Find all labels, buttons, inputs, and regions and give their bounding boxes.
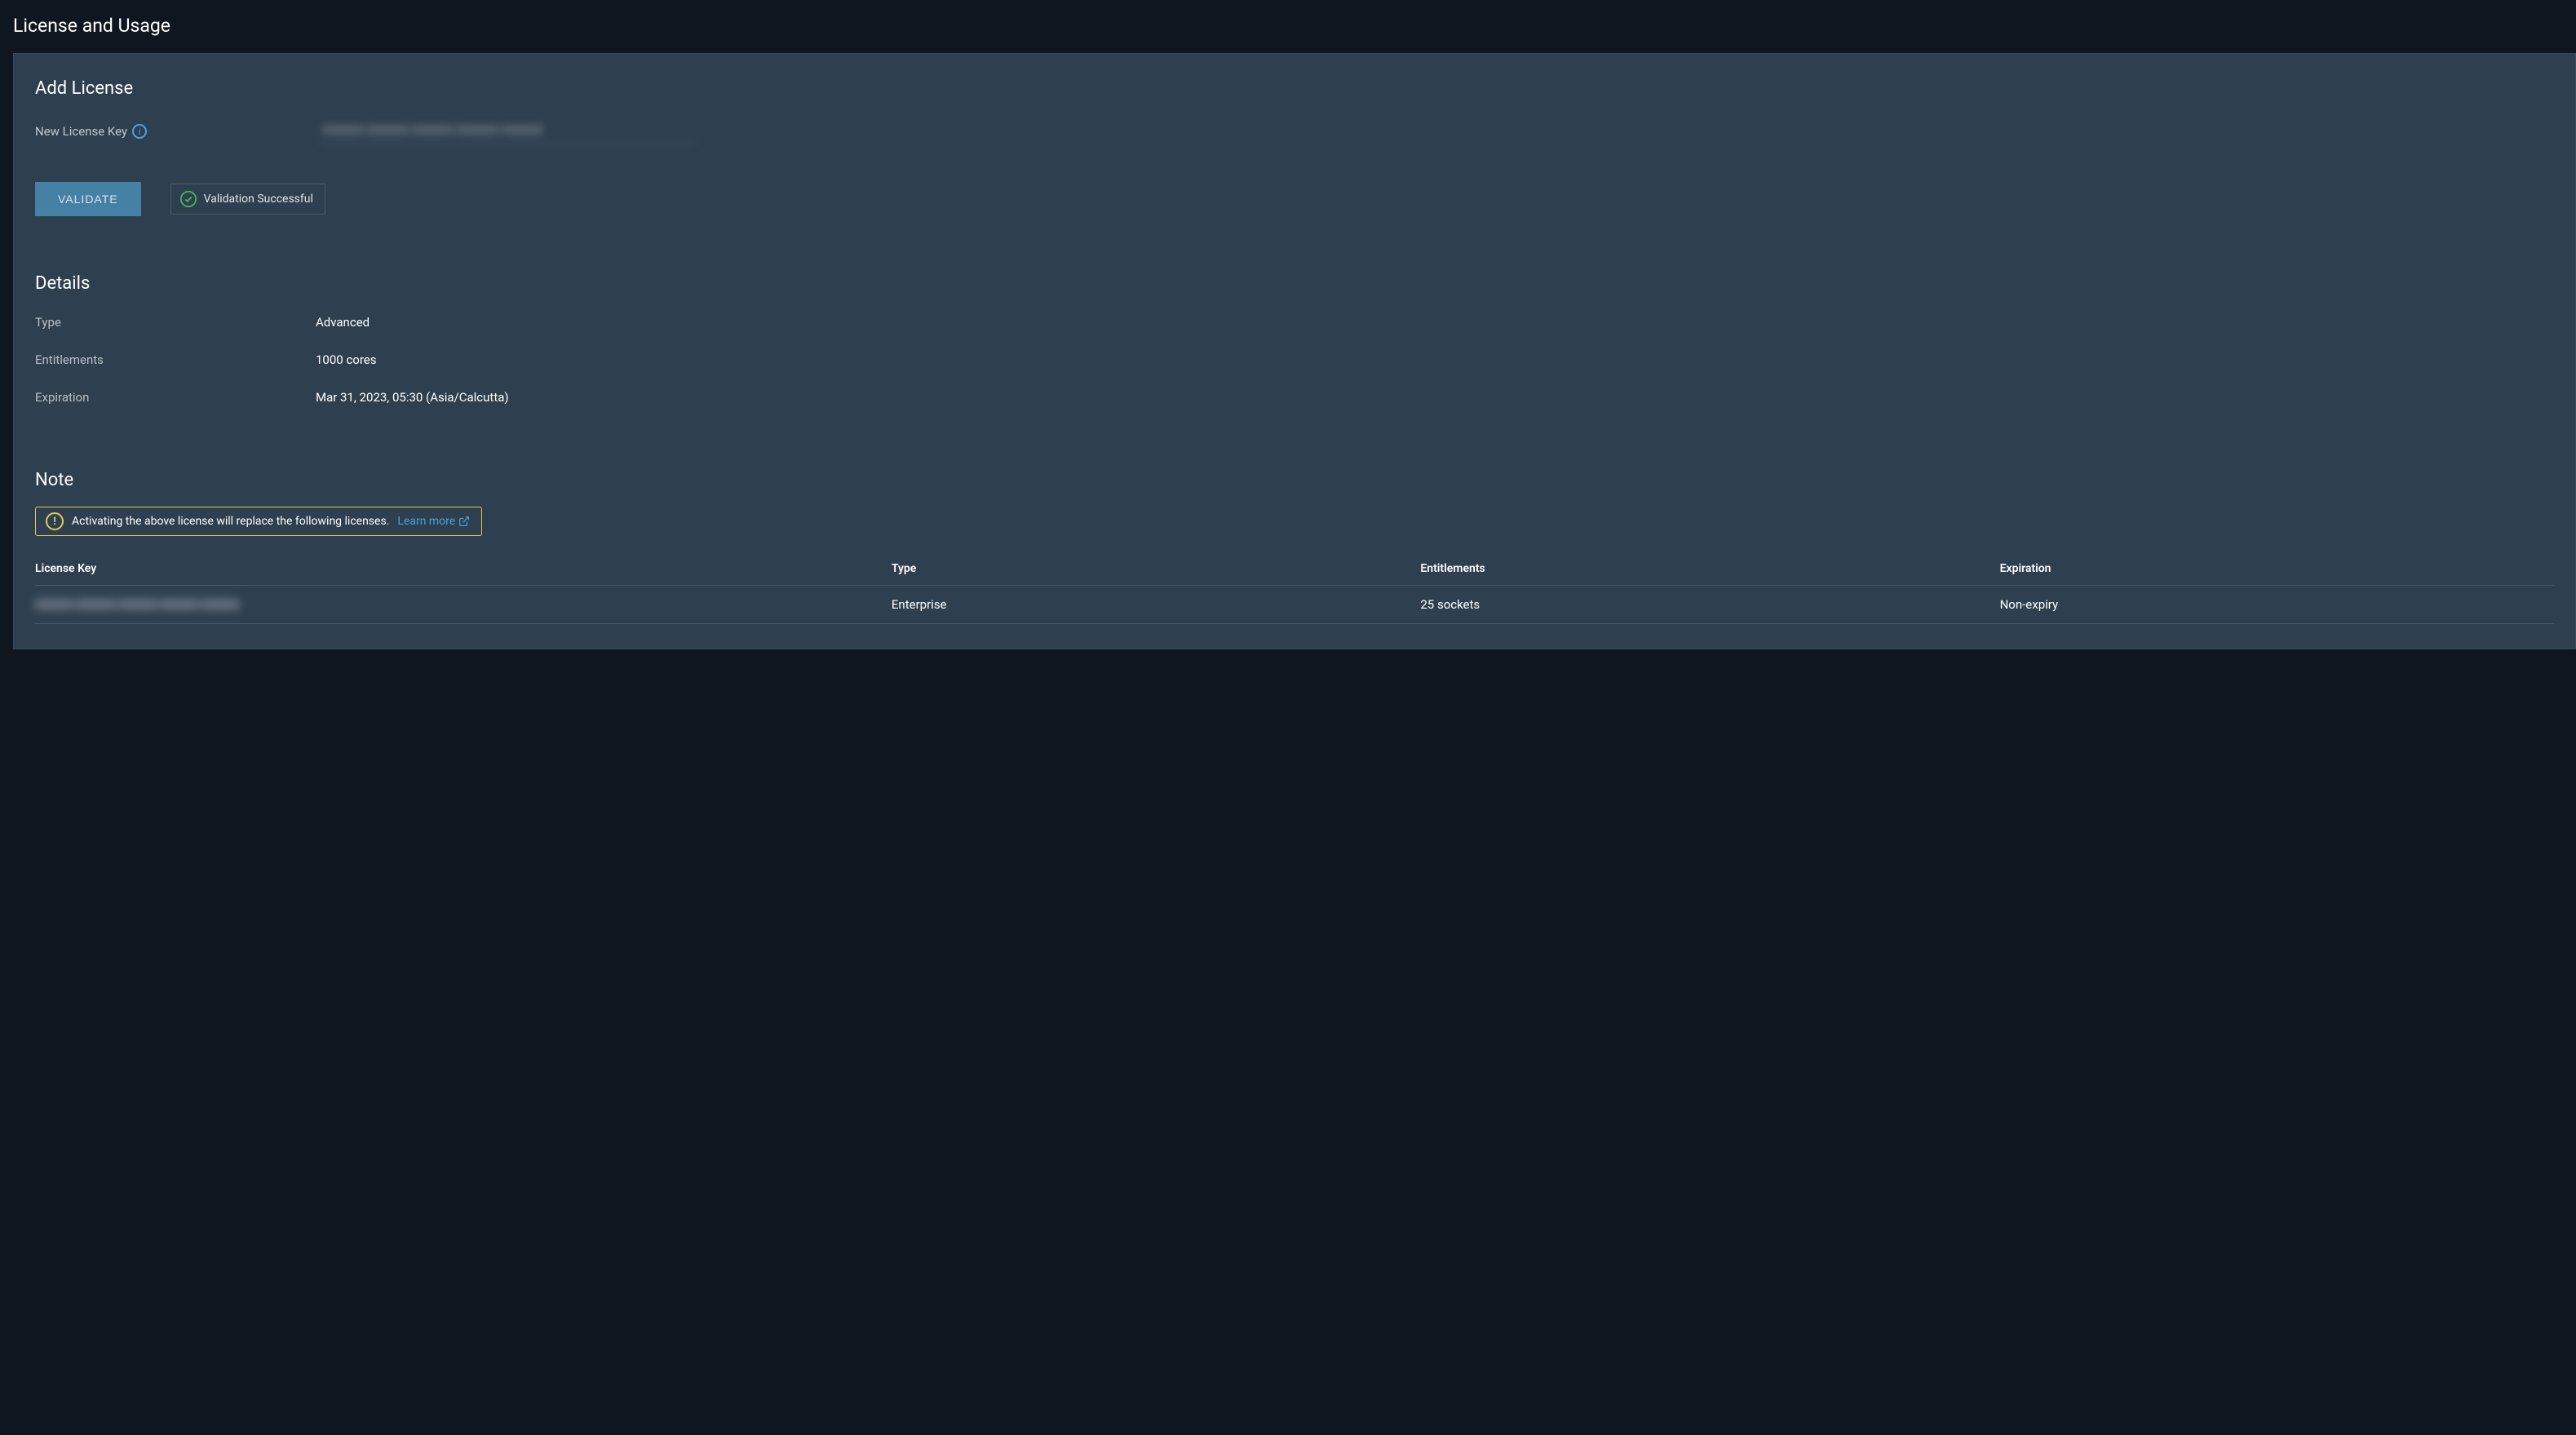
learn-more-link[interactable]: Learn more <box>397 515 470 528</box>
table-row: XXXXX-XXXXX-XXXXX-XXXXX-XXXXX Enterprise… <box>35 586 2554 624</box>
validate-button[interactable]: VALIDATE <box>35 182 141 216</box>
page-title: License and Usage <box>0 0 2576 53</box>
cell-expiration: Non-expiry <box>2000 586 2554 624</box>
learn-more-text: Learn more <box>397 515 455 528</box>
validation-status-text: Validation Successful <box>204 193 313 206</box>
license-key-input[interactable] <box>321 120 696 143</box>
warning-alert: ! Activating the above license will repl… <box>35 507 482 536</box>
add-license-header: Add License <box>35 78 2554 99</box>
type-value: Advanced <box>316 315 370 330</box>
col-header-entitlements: Entitlements <box>1420 552 1999 586</box>
type-label: Type <box>35 315 316 330</box>
validation-status-badge: Validation Successful <box>170 184 325 215</box>
col-header-expiration: Expiration <box>2000 552 2554 586</box>
warning-icon: ! <box>46 512 64 530</box>
details-header: Details <box>35 273 2554 294</box>
entitlements-value: 1000 cores <box>316 352 377 367</box>
col-header-key: License Key <box>35 552 892 586</box>
expiration-value: Mar 31, 2023, 05:30 (Asia/Calcutta) <box>316 390 509 405</box>
note-header: Note <box>35 470 2554 490</box>
warning-message: Activating the above license will replac… <box>72 515 389 528</box>
cell-entitlements: 25 sockets <box>1420 586 1999 624</box>
license-panel: Add License New License Key i VALIDATE V… <box>13 53 2576 649</box>
col-header-type: Type <box>892 552 1420 586</box>
license-key-row: New License Key i <box>35 120 2554 143</box>
external-link-icon <box>458 516 470 527</box>
expiration-label: Expiration <box>35 390 316 405</box>
entitlements-label: Entitlements <box>35 352 316 367</box>
info-icon[interactable]: i <box>132 124 147 139</box>
cell-key: XXXXX-XXXXX-XXXXX-XXXXX-XXXXX <box>35 586 892 624</box>
cell-type: Enterprise <box>892 586 1420 624</box>
license-key-label: New License Key <box>35 124 127 139</box>
table-header-row: License Key Type Entitlements Expiration <box>35 552 2554 586</box>
check-circle-icon <box>179 190 197 208</box>
license-table: License Key Type Entitlements Expiration… <box>35 552 2554 624</box>
